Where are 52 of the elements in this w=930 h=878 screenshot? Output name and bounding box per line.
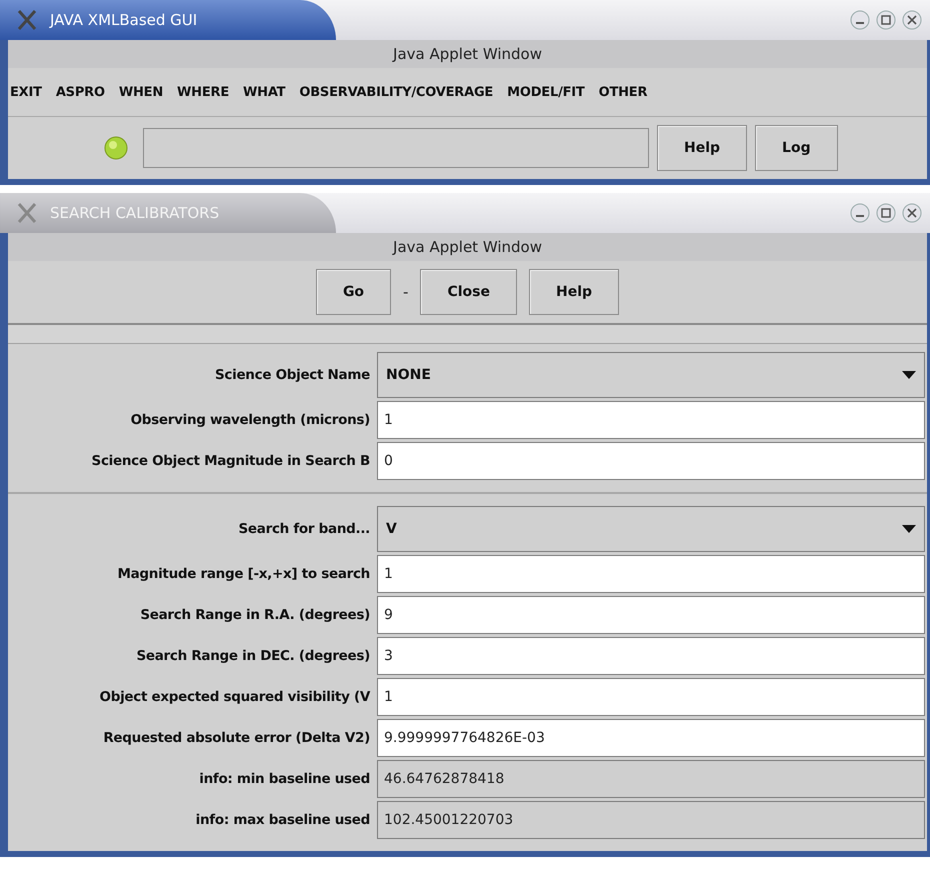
field-label: Search Range in R.A. (degrees) xyxy=(139,606,371,625)
minimize-icon[interactable] xyxy=(850,10,870,30)
field-label: Science Object Name xyxy=(214,366,371,385)
dropdown[interactable]: V xyxy=(377,506,925,552)
readonly-field[interactable]: 46.64762878418 xyxy=(377,760,925,798)
toolbar-button[interactable]: Help xyxy=(657,125,748,171)
menu-item[interactable]: OTHER xyxy=(598,84,648,100)
field-label: Object expected squared visibility (V xyxy=(98,688,372,707)
input-field[interactable]: 1 xyxy=(377,555,925,593)
action-button[interactable]: Go xyxy=(316,269,392,315)
applet-label: Java Applet Window xyxy=(8,233,927,261)
applet-label: Java Applet Window xyxy=(8,40,927,68)
window-title: SEARCH CALIBRATORS xyxy=(50,204,220,222)
input-field[interactable]: 1 xyxy=(377,401,925,439)
separator-text: - xyxy=(403,283,408,301)
field-label: Search Range in DEC. (degrees) xyxy=(135,647,371,666)
input-field[interactable]: 9.9999997764826E-03 xyxy=(377,719,925,757)
readonly-field[interactable]: 102.45001220703 xyxy=(377,801,925,839)
close-icon[interactable] xyxy=(902,10,922,30)
action-button[interactable]: Help xyxy=(529,269,620,315)
input-field[interactable]: 1 xyxy=(377,678,925,716)
menu-item[interactable]: EXIT xyxy=(10,84,42,100)
maximize-icon[interactable] xyxy=(876,203,896,223)
action-button[interactable]: Close xyxy=(420,269,517,315)
status-field[interactable] xyxy=(143,128,649,168)
menu-item[interactable]: ASPRO xyxy=(56,84,105,100)
menu-item[interactable]: OBSERVABILITY/COVERAGE xyxy=(299,84,494,100)
field-label: Science Object Magnitude in Search B xyxy=(90,452,371,471)
field-label: Magnitude range [-x,+x] to search xyxy=(116,565,371,584)
menu-item[interactable]: WHAT xyxy=(243,84,286,100)
input-field[interactable]: 3 xyxy=(377,637,925,675)
close-icon[interactable] xyxy=(902,203,922,223)
toolbar-button[interactable]: Log xyxy=(755,125,838,171)
field-label: Search for band... xyxy=(238,520,371,539)
field-label: info: min baseline used xyxy=(198,770,371,789)
caret-icon xyxy=(902,525,916,533)
input-field[interactable]: 9 xyxy=(377,596,925,634)
dropdown[interactable]: NONE xyxy=(377,352,925,398)
x-logo-icon xyxy=(16,202,38,224)
window-title: JAVA XMLBased GUI xyxy=(50,11,198,29)
menu-item[interactable]: MODEL/FIT xyxy=(507,84,585,100)
field-label: Observing wavelength (microns) xyxy=(130,411,371,430)
maximize-icon[interactable] xyxy=(876,10,896,30)
status-light-icon xyxy=(103,135,129,161)
field-label: Requested absolute error (Delta V2) xyxy=(102,729,371,748)
menu-item[interactable]: WHERE xyxy=(177,84,230,100)
caret-icon xyxy=(902,371,916,379)
menu-item[interactable]: WHEN xyxy=(118,84,164,100)
minimize-icon[interactable] xyxy=(850,203,870,223)
x-logo-icon xyxy=(16,9,38,31)
input-field[interactable]: 0 xyxy=(377,442,925,480)
field-label: info: max baseline used xyxy=(194,811,371,830)
